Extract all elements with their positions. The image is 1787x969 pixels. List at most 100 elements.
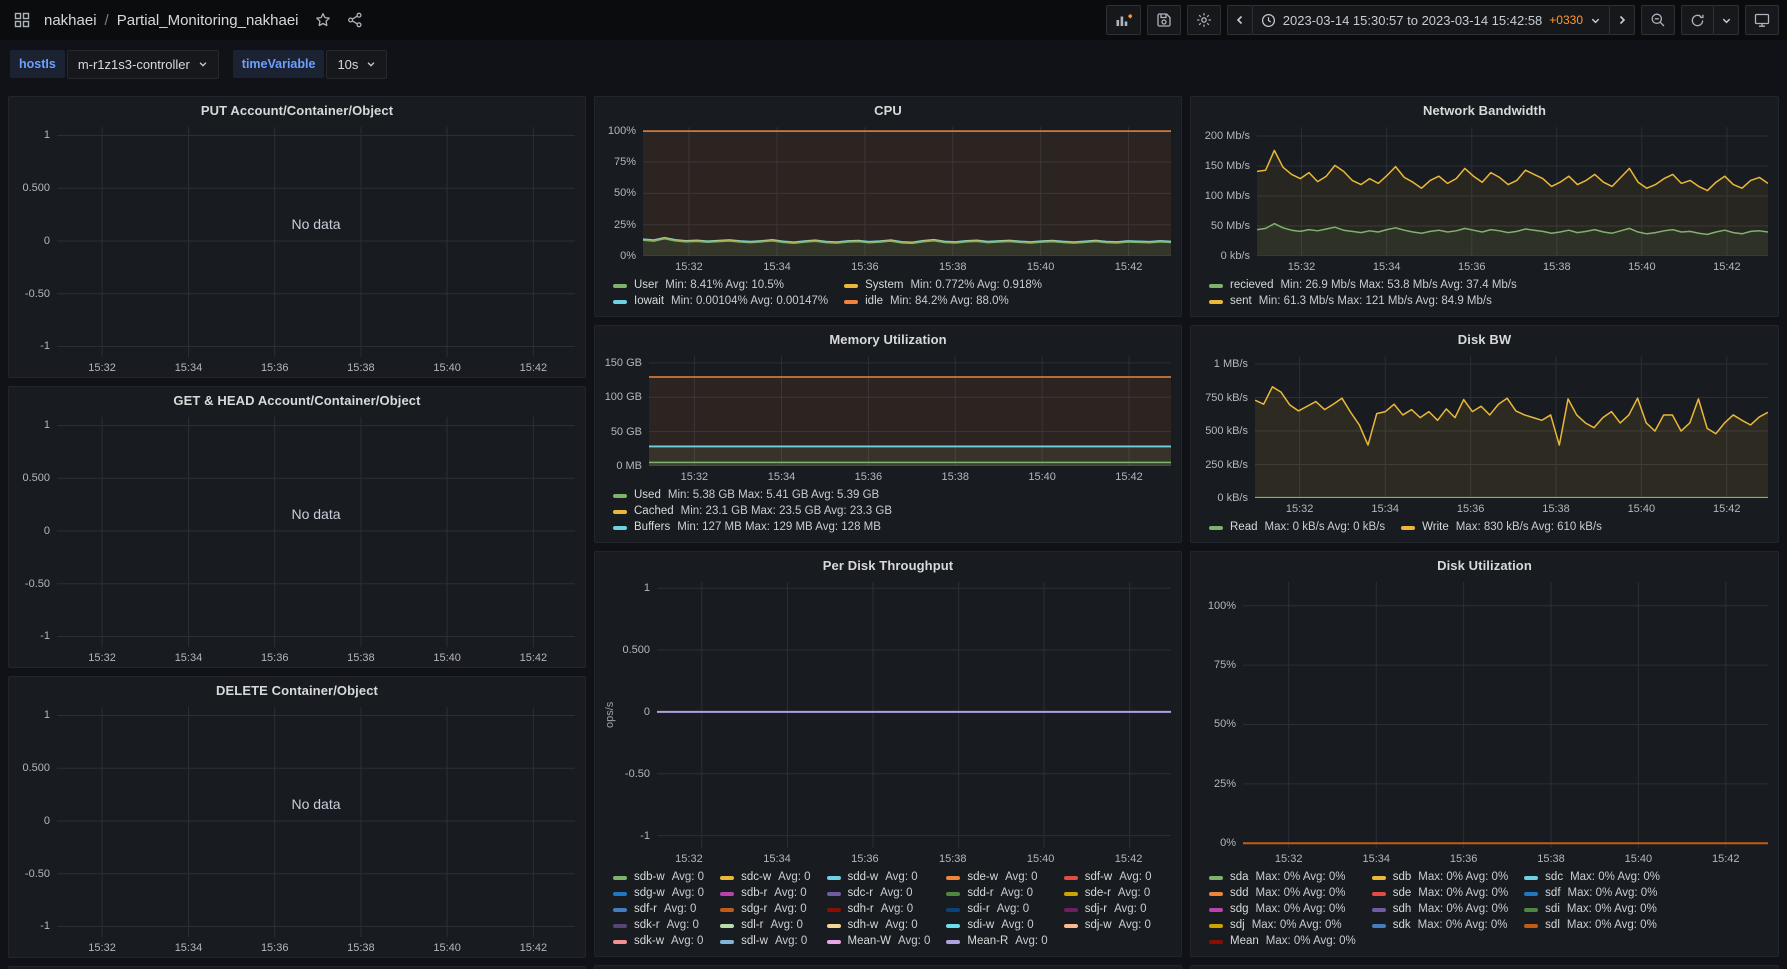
legend-item-sdk-r[interactable]: sdk-r Avg: 0 — [613, 918, 704, 933]
legend-item-read[interactable]: Read Max: 0 kB/s Avg: 0 kB/s — [1209, 520, 1385, 535]
zoom-out-time-button[interactable] — [1641, 5, 1675, 35]
panel-header[interactable]: GET & HEAD Account/Container/Object — [9, 387, 585, 413]
legend-item-iowait[interactable]: Iowait Min: 0.00104% Avg: 0.00147% — [613, 294, 828, 309]
panel-header[interactable]: PUT Account/Container/Object — [9, 97, 585, 123]
legend-item-system[interactable]: System Min: 0.772% Avg: 0.918% — [844, 278, 1042, 293]
panel-disk-utilization: Disk Utilization 100% 75% 50% 25% 0% 15:32 15… — [1190, 551, 1779, 957]
legend-item-user[interactable]: User Min: 8.41% Avg: 10.5% — [613, 278, 828, 293]
panel-header[interactable]: CPU — [595, 97, 1181, 123]
legend-item-buffers[interactable]: Buffers Min: 127 MB Max: 129 MB Avg: 128 … — [613, 520, 892, 535]
legend-series-stats: Avg: 0 — [885, 919, 918, 931]
legend-item-sdk[interactable]: sdk Max: 0% Avg: 0% — [1371, 918, 1508, 933]
dashboard-title[interactable]: Partial_Monitoring_nakhaei — [117, 12, 299, 29]
legend-item-sdg[interactable]: sdg Max: 0% Avg: 0% — [1209, 902, 1356, 917]
legend-item-sdf[interactable]: sdf Max: 0% Avg: 0% — [1524, 886, 1660, 901]
plot-area[interactable] — [649, 356, 1171, 466]
legend-item-recieved[interactable]: recieved Min: 26.9 Mb/s Max: 53.8 Mb/s Av… — [1209, 278, 1517, 293]
refresh-interval-dropdown[interactable] — [1713, 5, 1739, 35]
refresh-button[interactable] — [1681, 5, 1714, 35]
legend-series-name: sdk-w — [634, 935, 665, 947]
plot-area[interactable]: No data — [57, 127, 575, 357]
legend-item-sdl-r[interactable]: sdl-r Avg: 0 — [720, 918, 810, 933]
kiosk-mode-button[interactable] — [1745, 5, 1779, 35]
time-shift-forward-button[interactable] — [1609, 5, 1635, 35]
panel-header[interactable]: Memory Utilization — [595, 326, 1181, 352]
legend-series-stats: Avg: 0 — [996, 903, 1030, 915]
legend-item-mean-w[interactable]: Mean-W Avg: 0 — [826, 934, 930, 949]
panel-header[interactable]: Disk BW — [1191, 326, 1778, 352]
legend-item-sdh-w[interactable]: sdh-w Avg: 0 — [826, 918, 931, 933]
variable-value-timevariable[interactable]: 10s — [326, 49, 388, 79]
legend-series-name: Iowait — [634, 295, 665, 307]
legend-item-sde-r[interactable]: sde-r Avg: 0 — [1063, 886, 1152, 901]
panel-header[interactable]: Per Disk Throughput — [595, 552, 1181, 578]
legend-item-sda[interactable]: sda Max: 0% Avg: 0% — [1209, 870, 1356, 885]
legend-item-sdb[interactable]: sdb Max: 0% Avg: 0% — [1371, 870, 1508, 885]
plot-area[interactable]: No data — [57, 707, 575, 937]
plot-area[interactable] — [1243, 582, 1768, 848]
legend-item-sdj[interactable]: sdj Max: 0% Avg: 0% — [1209, 918, 1356, 933]
legend-series-name: sdg — [1230, 903, 1249, 915]
add-panel-button[interactable] — [1105, 5, 1141, 35]
legend-item-sdk-w[interactable]: sdk-w Avg: 0 — [613, 934, 704, 949]
legend-item-mean[interactable]: Mean Max: 0% Avg: 0% — [1209, 934, 1356, 949]
legend-item-sdi-w[interactable]: sdi-w Avg: 0 — [946, 918, 1047, 933]
legend-color-swatch — [613, 939, 627, 944]
x-axis-labels: 15:32 15:34 15:36 15:38 15:40 15:42 — [675, 261, 1143, 273]
legend-item-cached[interactable]: Cached Min: 23.1 GB Max: 23.5 GB Avg: 23.… — [613, 504, 892, 519]
panel-header[interactable]: Network Bandwidth — [1191, 97, 1778, 123]
legend-item-sdi[interactable]: sdi Max: 0% Avg: 0% — [1524, 902, 1660, 917]
panel-header[interactable]: DELETE Container/Object — [9, 677, 585, 703]
dashboards-grid-icon-button[interactable] — [8, 6, 36, 34]
legend-item-sdj-w[interactable]: sdj-w Avg: 0 — [1063, 918, 1152, 933]
time-shift-back-button[interactable] — [1226, 5, 1253, 35]
legend-item-used[interactable]: Used Min: 5.38 GB Max: 5.41 GB Avg: 5.39 … — [613, 488, 892, 503]
legend-color-swatch — [1371, 923, 1386, 928]
legend-item-mean-r[interactable]: Mean-R Avg: 0 — [946, 934, 1048, 949]
dashboard-settings-button[interactable] — [1186, 5, 1221, 35]
plot-area[interactable] — [1257, 127, 1768, 256]
legend-item-sdf-r[interactable]: sdf-r Avg: 0 — [613, 902, 704, 917]
panel-header[interactable]: Disk Utilization — [1191, 552, 1778, 578]
star-dashboard-button[interactable] — [309, 6, 337, 34]
legend-item-sde-w[interactable]: sde-w Avg: 0 — [946, 870, 1047, 885]
time-range-picker-button[interactable]: 2023-03-14 15:30:57 to 2023-03-14 15:42:… — [1251, 5, 1610, 35]
legend-item-sdl[interactable]: sdl Max: 0% Avg: 0% — [1524, 918, 1660, 933]
breadcrumb-folder[interactable]: nakhaei — [44, 12, 97, 29]
share-dashboard-button[interactable] — [341, 6, 369, 34]
legend-item-sdc-r[interactable]: sdc-r Avg: 0 — [826, 886, 931, 901]
legend-item-sdh[interactable]: sdh Max: 0% Avg: 0% — [1371, 902, 1508, 917]
legend-item-sent[interactable]: sent Min: 61.3 Mb/s Max: 121 Mb/s Avg: 84… — [1209, 294, 1517, 309]
legend-item-sde[interactable]: sde Max: 0% Avg: 0% — [1371, 886, 1508, 901]
legend-item-sdb-w[interactable]: sdb-w Avg: 0 — [613, 870, 704, 885]
legend-item-sdj-r[interactable]: sdj-r Avg: 0 — [1063, 902, 1152, 917]
panel-title: CPU — [874, 102, 902, 118]
legend-item-sdg-r[interactable]: sdg-r Avg: 0 — [720, 902, 810, 917]
legend-item-sdd-r[interactable]: sdd-r Avg: 0 — [946, 886, 1047, 901]
legend-item-sdf-w[interactable]: sdf-w Avg: 0 — [1063, 870, 1152, 885]
legend-item-sdc-w[interactable]: sdc-w Avg: 0 — [720, 870, 811, 885]
legend-item-sdd-w[interactable]: sdd-w Avg: 0 — [826, 870, 931, 885]
save-dashboard-button[interactable] — [1146, 5, 1181, 35]
legend-item-idle[interactable]: idle Min: 84.2% Avg: 88.0% — [844, 294, 1042, 309]
plot-area[interactable]: No data — [57, 417, 575, 647]
legend-item-sdl-w[interactable]: sdl-w Avg: 0 — [720, 934, 810, 949]
legend-series-stats: Min: 0.00104% Avg: 0.00147% — [671, 295, 829, 307]
legend-color-swatch — [946, 907, 961, 912]
plot-area[interactable] — [657, 582, 1171, 848]
gear-icon — [1196, 12, 1212, 28]
panel-get-head: GET & HEAD Account/Container/Object 1 0.5… — [8, 386, 586, 668]
variable-value-hostls[interactable]: m-r1z1s3-controller — [66, 49, 219, 79]
legend-item-write[interactable]: Write Max: 830 kB/s Avg: 610 kB/s — [1401, 520, 1602, 535]
plot-area[interactable] — [643, 127, 1171, 256]
legend-item-sdi-r[interactable]: sdi-r Avg: 0 — [946, 902, 1047, 917]
legend-item-sdc[interactable]: sdc Max: 0% Avg: 0% — [1524, 870, 1660, 885]
legend-series-stats: Avg: 0 — [1001, 919, 1034, 931]
legend-color-swatch — [1524, 875, 1539, 880]
legend-item-sdg-w[interactable]: sdg-w Avg: 0 — [613, 886, 704, 901]
legend-series-name: sdg-w — [634, 887, 665, 899]
legend-item-sdh-r[interactable]: sdh-r Avg: 0 — [826, 902, 931, 917]
legend-item-sdb-r[interactable]: sdb-r Avg: 0 — [720, 886, 810, 901]
plot-area[interactable] — [1255, 356, 1768, 498]
legend-item-sdd[interactable]: sdd Max: 0% Avg: 0% — [1209, 886, 1356, 901]
